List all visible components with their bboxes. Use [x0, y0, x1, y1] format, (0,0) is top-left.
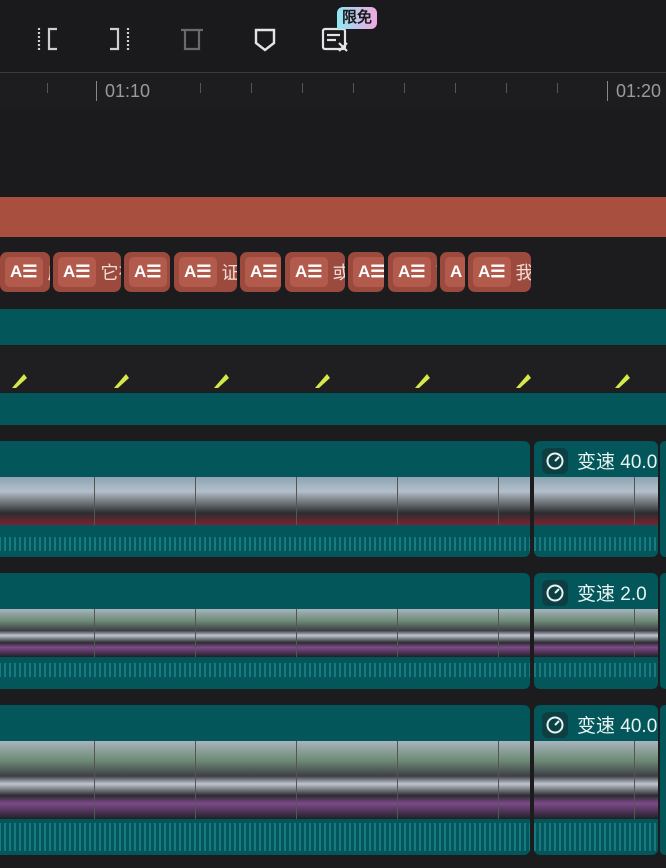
speed-icon	[542, 579, 568, 606]
free-badge: 限免	[337, 7, 378, 29]
subtitle-chip[interactable]: A☰	[348, 252, 384, 292]
video-clip[interactable]: 变速 40.0	[534, 441, 658, 557]
subtitle-chip[interactable]: A☰ 我	[468, 252, 531, 292]
subtitle-text-icon: A	[445, 257, 465, 287]
ruler-tick	[404, 83, 405, 93]
mark-button[interactable]	[248, 22, 282, 56]
ruler-tick	[200, 83, 201, 93]
video-clip[interactable]: 变速 2.0	[534, 573, 658, 689]
speed-label: 变速 40.0	[542, 711, 657, 738]
video-clip[interactable]	[660, 573, 666, 689]
ruler-tick	[455, 83, 456, 93]
speed-label: 变速 40.0	[542, 447, 657, 474]
subtitle-chip[interactable]: A☰ 证	[174, 252, 237, 292]
keyframe-track	[0, 346, 666, 392]
video-clip[interactable]: 变速 40.0	[534, 705, 658, 855]
clip-thumbnails	[0, 477, 530, 525]
keyframe-icon[interactable]	[313, 372, 331, 390]
split-right-icon	[110, 27, 130, 51]
subtitle-text-icon: A☰	[393, 257, 431, 287]
subtitle-text-icon: A☰	[5, 257, 43, 287]
keyframe-icon[interactable]	[613, 372, 631, 390]
audio-waveform	[0, 537, 530, 551]
video-clip[interactable]	[0, 705, 530, 855]
ruler-tick	[557, 83, 558, 93]
subtitle-chip[interactable]: A	[440, 252, 465, 292]
teal-track[interactable]	[0, 309, 666, 345]
subtitle-text-icon: A☰	[129, 257, 167, 287]
ruler-tick	[506, 83, 507, 93]
audio-waveform	[534, 823, 658, 851]
clip-thumbnails	[534, 609, 658, 657]
keyframe-icon[interactable]	[112, 372, 130, 390]
video-clip[interactable]	[660, 705, 666, 855]
ruler-tick	[353, 83, 354, 93]
subtitle-chip[interactable]: A☰ 它在	[53, 252, 121, 292]
speed-label: 变速 2.0	[542, 579, 647, 606]
keyframe-icon[interactable]	[10, 372, 28, 390]
ruler-tick	[47, 83, 48, 93]
split-left-icon	[37, 27, 57, 51]
subtitle-text-icon: A☰	[290, 257, 328, 287]
teal-track[interactable]	[0, 393, 666, 425]
clip-thumbnails	[0, 741, 530, 819]
audio-waveform	[0, 663, 530, 677]
ruler-label-left: 01:10	[105, 81, 151, 101]
subtitle-chip[interactable]: A☰	[240, 252, 281, 292]
audio-waveform	[534, 537, 658, 551]
subtitle-chip[interactable]: A☰	[124, 252, 170, 292]
keyframe-icon[interactable]	[514, 372, 532, 390]
subtitle-text-icon: A☰	[473, 257, 511, 287]
subtitle-text-icon: A☰	[58, 257, 96, 287]
audio-waveform	[534, 663, 658, 677]
clip-thumbnails	[534, 477, 658, 525]
video-clip[interactable]	[0, 573, 530, 689]
speed-icon	[542, 711, 568, 738]
subtitle-text-icon: A☰	[245, 257, 281, 287]
clip-thumbnails	[534, 741, 658, 819]
split-right-button[interactable]	[102, 22, 136, 56]
subtitle-chip[interactable]: A☰ 应	[0, 252, 50, 292]
shield-icon	[254, 28, 276, 52]
audio-waveform	[0, 823, 530, 851]
ruler-tick-major	[96, 81, 97, 101]
time-ruler[interactable]: 01:10 01:20	[0, 72, 666, 109]
keyframe-icon[interactable]	[413, 372, 431, 390]
subtitle-text-icon: A☰	[179, 257, 217, 287]
clip-thumbnails	[0, 609, 530, 657]
subtitle-text-icon: A☰	[353, 257, 384, 287]
delete-button[interactable]	[175, 22, 209, 56]
ruler-tick-major	[607, 81, 608, 101]
toolbar: 限免	[0, 0, 666, 72]
subtitle-chip[interactable]: A☰ 或	[285, 252, 345, 292]
trash-icon	[181, 28, 203, 51]
ruler-label-right: 01:20	[616, 81, 662, 101]
split-left-button[interactable]	[31, 22, 65, 56]
empty-track	[0, 108, 666, 196]
ruler-tick	[302, 83, 303, 93]
keyframe-icon[interactable]	[212, 372, 230, 390]
audio-red-track[interactable]	[0, 197, 666, 237]
ruler-tick	[251, 83, 252, 93]
video-clip[interactable]	[660, 441, 666, 557]
video-clip[interactable]	[0, 441, 530, 557]
speed-icon	[542, 447, 568, 474]
subtitle-chip[interactable]: A☰ 商	[388, 252, 437, 292]
